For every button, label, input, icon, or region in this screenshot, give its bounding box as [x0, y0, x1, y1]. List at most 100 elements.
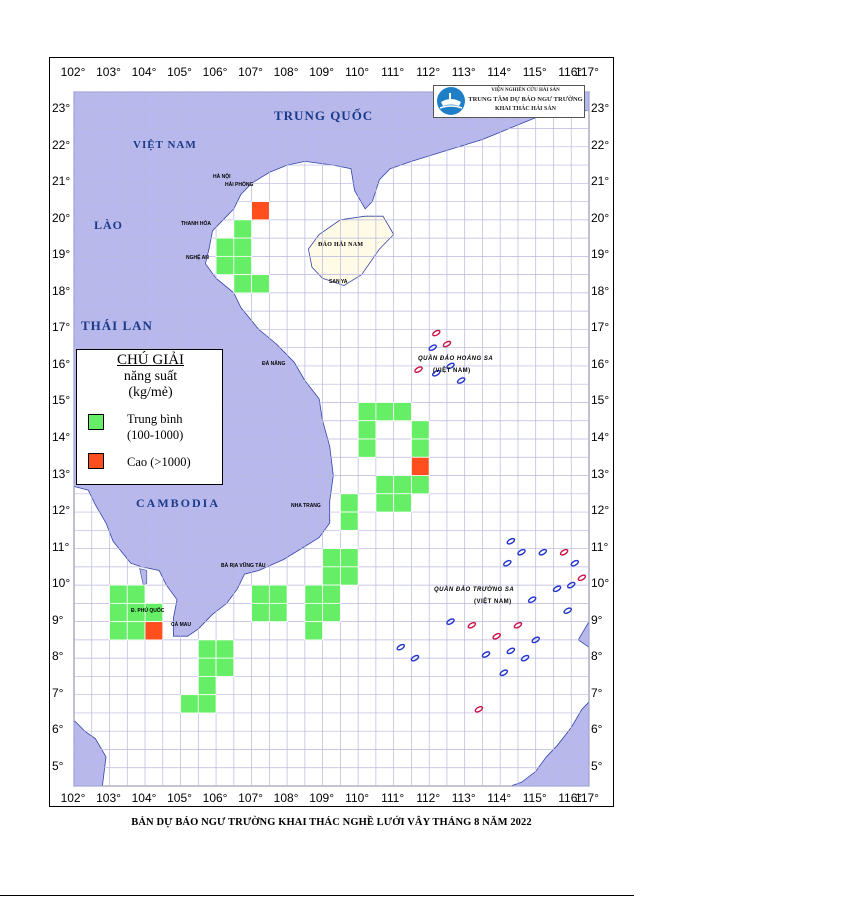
lat-label-right: 9° — [591, 612, 603, 627]
cell-medium-yield — [126, 621, 146, 641]
city-phuquoc: Đ. PHÚ QUỐC — [131, 608, 165, 614]
legend-title: CHÚ GIẢI — [116, 352, 185, 368]
lat-label-left: 22° — [52, 137, 71, 152]
cell-medium-yield — [109, 602, 128, 623]
label-hoangsa-vn: (VIỆT NAM) — [433, 368, 471, 374]
lat-label-right: 10° — [591, 576, 610, 591]
logo-line-1: VIỆN NGHIÊN CỨU HẢI SẢN — [491, 88, 560, 93]
lat-label-right: 8° — [591, 649, 603, 664]
lon-label-top: 104° — [131, 65, 157, 79]
lon-label-bottom: 104° — [131, 791, 157, 805]
lat-label-left: 18° — [52, 283, 71, 298]
cell-medium-yield — [233, 274, 252, 294]
label-thailand: THÁI LAN — [81, 318, 153, 333]
lat-label-left: 23° — [52, 101, 71, 116]
cell-medium-yield — [339, 548, 359, 568]
lat-label-left: 14° — [52, 430, 71, 444]
cell-high-yield — [144, 621, 164, 641]
lat-label-left: 21° — [52, 174, 71, 189]
cell-medium-yield — [109, 584, 128, 604]
cell-medium-yield — [251, 602, 270, 623]
cell-medium-yield — [393, 475, 412, 495]
cell-medium-yield — [233, 237, 252, 257]
lon-label-top: 113° — [451, 65, 476, 79]
cell-medium-yield — [411, 475, 430, 495]
lon-label-bottom: 111° — [381, 791, 405, 805]
cell-medium-yield — [304, 602, 324, 623]
lon-label-bottom: 102° — [60, 791, 86, 805]
cell-medium-yield — [411, 438, 430, 458]
cell-medium-yield — [215, 255, 235, 276]
lat-label-right: 21° — [591, 174, 610, 189]
logo-line-3: KHAI THÁC HẢI SẢN — [494, 106, 557, 112]
lon-label-top: 117° — [575, 65, 599, 79]
legend-high-label: Cao (>1000) — [127, 455, 191, 469]
cell-medium-yield — [322, 548, 341, 568]
city-danang: ĐÀ NẴNG — [262, 361, 286, 367]
cell-medium-yield — [375, 475, 395, 495]
cell-medium-yield — [339, 511, 359, 531]
cell-medium-yield — [251, 584, 270, 604]
cell-medium-yield — [215, 237, 235, 257]
lat-label-left: 7° — [52, 685, 64, 700]
legend-box: CHÚ GIẢI năng suất (kg/mẻ) Trung bình (1… — [76, 349, 223, 485]
cell-medium-yield — [339, 566, 359, 586]
lon-label-top: 102° — [60, 65, 86, 79]
cell-medium-yield — [180, 694, 199, 714]
legend-medium-range: (100-1000) — [127, 428, 184, 442]
lon-label-top: 115° — [522, 65, 547, 79]
lon-label-bottom: 110° — [345, 791, 370, 805]
lat-label-left: 11° — [52, 539, 70, 554]
city-thanhhoa: THANH HÓA — [181, 221, 211, 227]
lon-label-top: 107° — [238, 65, 263, 79]
cell-medium-yield — [357, 438, 377, 458]
legend-unit-line-1: năng suất — [123, 369, 178, 384]
lat-label-left: 10° — [52, 576, 71, 591]
lon-label-bottom: 114° — [487, 791, 512, 805]
lat-label-right: 18° — [591, 283, 610, 298]
institute-logo-icon — [437, 87, 465, 115]
city-nghean: NGHỆ AN — [186, 255, 209, 261]
lat-label-left: 8° — [52, 649, 64, 664]
cell-medium-yield — [126, 584, 146, 604]
lat-label-right: 15° — [591, 393, 610, 408]
map-caption: BẢN DỰ BÁO NGƯ TRƯỜNG KHAI THÁC NGHỀ LƯỚ… — [131, 817, 532, 828]
lon-label-bottom: 109° — [309, 791, 335, 805]
lat-label-left: 16° — [52, 356, 71, 371]
lon-label-bottom: 106° — [202, 791, 228, 805]
cell-medium-yield — [339, 493, 359, 513]
cell-medium-yield — [109, 621, 128, 641]
label-china: TRUNG QUỐC — [274, 108, 374, 123]
lon-label-top: 109° — [309, 65, 335, 79]
label-cambodia: CAMBODIA — [136, 496, 220, 510]
lon-label-top: 108° — [273, 65, 299, 79]
cell-medium-yield — [322, 602, 341, 623]
lon-label-bottom: 112° — [416, 791, 441, 805]
cell-medium-yield — [197, 676, 217, 696]
lat-label-right: 14° — [591, 430, 610, 444]
logo-line-2: TRUNG TÂM DỰ BÁO NGƯ TRƯỜNG — [468, 96, 583, 103]
city-sanya: SAN YA — [329, 279, 348, 285]
cell-medium-yield — [268, 602, 288, 623]
institute-logo-box: VIỆN NGHIÊN CỨU HẢI SẢN TRUNG TÂM DỰ BÁO… — [433, 85, 585, 118]
lon-label-bottom: 108° — [273, 791, 299, 805]
legend-swatch-high — [88, 453, 104, 469]
cell-medium-yield — [197, 657, 217, 677]
legend-unit-line-2: (kg/mẻ) — [128, 385, 173, 400]
lon-label-bottom: 113° — [451, 791, 476, 805]
lon-label-top: 106° — [202, 65, 228, 79]
cell-medium-yield — [393, 402, 412, 422]
cell-medium-yield — [233, 219, 252, 239]
lon-label-top: 105° — [167, 65, 192, 79]
cell-high-yield — [411, 456, 430, 476]
lat-label-left: 20° — [52, 210, 71, 225]
lat-label-right: 23° — [591, 101, 610, 116]
lat-label-left: 19° — [52, 247, 71, 262]
lat-label-left: 13° — [52, 466, 71, 481]
lat-label-right: 7° — [591, 685, 603, 700]
city-hanoi: HÀ NỘI — [213, 174, 231, 180]
page-bottom-rule — [0, 895, 634, 896]
label-truongsa: QUẦN ĐẢO TRƯỜNG SA — [434, 587, 515, 593]
cell-medium-yield — [375, 493, 395, 513]
lat-label-right: 22° — [591, 137, 610, 152]
